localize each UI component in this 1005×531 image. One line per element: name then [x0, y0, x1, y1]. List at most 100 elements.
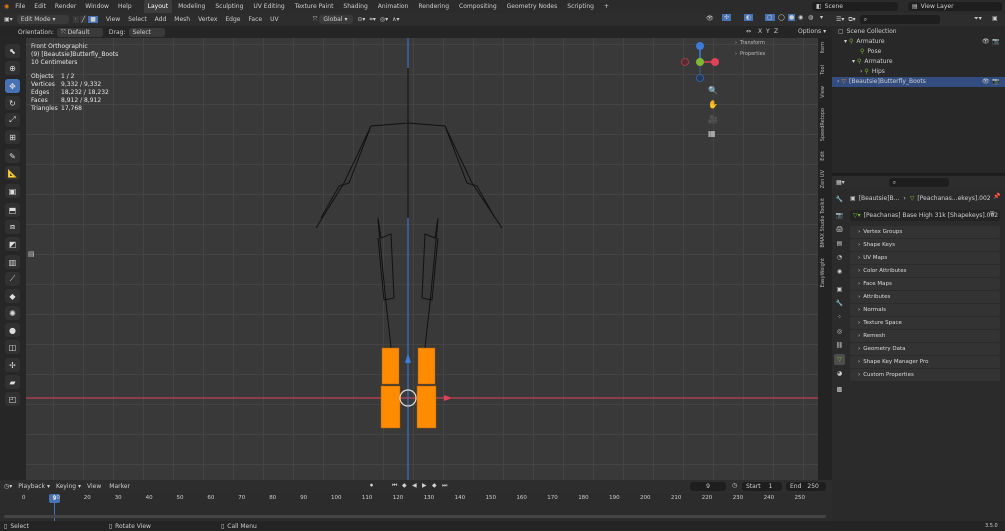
side-tab-zen-uv[interactable]: Zen UV — [820, 170, 826, 188]
editor-type-icon[interactable]: ▣▾ — [4, 16, 13, 23]
transform-orientation-dropdown[interactable]: Global ▾ — [319, 15, 354, 24]
record-icon[interactable]: ⏺ — [370, 482, 373, 490]
filter-icon[interactable]: ⏷▾ — [974, 15, 982, 23]
gizmo-z-arrow[interactable] — [405, 353, 411, 363]
constraints-props-tab-icon[interactable]: ⛓ — [834, 340, 845, 351]
view-layer-props-tab-icon[interactable]: ▤ — [834, 238, 845, 249]
outliner-editor-icon[interactable]: ☰▾ — [836, 16, 844, 23]
side-tab-easyweight[interactable]: EasyWeight — [820, 258, 826, 287]
scene-props-tab-icon[interactable]: ◔ — [834, 252, 845, 263]
snap-icon[interactable]: ⌗▾ — [369, 16, 375, 24]
outliner-item-butterfly-boots[interactable]: › ▽ [Beautsie]Butterfly_Boots — [832, 77, 1005, 87]
move-tool-icon[interactable]: ✥ — [5, 79, 20, 93]
zoom-icon[interactable]: 🔍 — [708, 86, 718, 95]
scale-tool-icon[interactable]: ⤢ — [5, 113, 20, 127]
object-props-tab-icon[interactable]: ▣ — [834, 284, 845, 295]
mode-dropdown[interactable]: Edit Mode ▾ — [16, 15, 69, 24]
menu-marker[interactable]: Marker — [109, 483, 130, 490]
render-props-tab-icon[interactable]: 📷 — [834, 210, 845, 221]
visibility-icon[interactable]: 👁 — [706, 15, 714, 22]
menu-timeline-view[interactable]: View — [87, 483, 101, 490]
texture-props-tab-icon[interactable]: ▩ — [834, 384, 845, 395]
outliner-item-pose[interactable]: ⚲ Pose — [860, 47, 881, 57]
drag-dropdown[interactable]: Select Box — [128, 27, 165, 45]
panel-normals[interactable]: › Normals — [850, 304, 1000, 316]
menu-keying[interactable]: Keying ▾ — [56, 483, 81, 490]
modifier-props-tab-icon[interactable]: 🔧 — [834, 298, 845, 309]
blender-logo-icon[interactable]: ◉ — [4, 3, 9, 10]
panel-attributes[interactable]: › Attributes — [850, 291, 1000, 303]
outliner-item-armature-object[interactable]: ▾ ⚲ Armature — [844, 37, 885, 47]
workspace-tab-modeling[interactable]: Modeling — [174, 0, 209, 13]
workspace-tab-layout[interactable]: Layout — [143, 0, 173, 13]
new-collection-icon[interactable]: ▣ — [992, 15, 998, 22]
menu-add[interactable]: Add — [155, 16, 167, 23]
panel-geometry-data[interactable]: › Geometry Data — [850, 343, 1000, 355]
start-frame-field[interactable]: Start 1 — [742, 482, 782, 491]
output-props-tab-icon[interactable]: 🖨 — [834, 224, 845, 235]
next-keyframe-icon[interactable]: ◆ — [432, 482, 437, 489]
side-tab-edit[interactable]: Edit — [820, 151, 826, 161]
workspace-tab-uv-editing[interactable]: UV Editing — [249, 0, 288, 13]
shear-tool-icon[interactable]: ▰ — [5, 375, 20, 389]
pin-icon[interactable]: 📌 — [993, 193, 1000, 200]
mesh-datablock-selector[interactable]: ▽▾ [Peachanas] Base High 31k [Shapekeys]… — [850, 210, 1000, 221]
armature-visibility-icon[interactable]: 👁 — [982, 38, 990, 45]
boots-render-icon[interactable]: 📷 — [992, 78, 999, 85]
side-tab-speedretopo[interactable]: SpeedRetopo — [820, 108, 826, 141]
play-icon[interactable]: ▶ — [422, 482, 427, 489]
mirror-z-toggle[interactable]: Z — [774, 28, 778, 35]
menu-help[interactable]: Help — [118, 3, 132, 10]
side-tab-view[interactable]: View — [820, 86, 826, 98]
current-frame-field[interactable]: 9 — [690, 482, 726, 491]
edge-select-icon[interactable]: ╱ — [79, 16, 88, 23]
measure-tool-icon[interactable]: 📐 — [5, 166, 20, 180]
workspace-tab-texture-paint[interactable]: Texture Paint — [291, 0, 338, 13]
panel-remesh[interactable]: › Remesh — [850, 330, 1000, 342]
properties-search-input[interactable]: ⌕ — [888, 178, 949, 187]
workspace-tab-geometry-nodes[interactable]: Geometry Nodes — [503, 0, 562, 13]
play-reverse-icon[interactable]: ◀ — [412, 482, 417, 489]
workspace-tab-shading[interactable]: Shading — [339, 0, 371, 13]
outliner-search-input[interactable]: ⌕ — [859, 15, 940, 24]
particles-props-tab-icon[interactable]: ⁘ — [834, 312, 845, 323]
pivot-icon[interactable]: ⊙▾ — [357, 16, 365, 23]
mirror-x-toggle[interactable]: X — [758, 28, 762, 35]
proportional-edit-icon[interactable]: ◎▾ — [380, 16, 388, 23]
jump-start-icon[interactable]: ⏮ — [392, 482, 397, 490]
tool-props-tab-icon[interactable]: 🔧 — [834, 194, 845, 205]
side-tab-tool[interactable]: Tool — [820, 65, 826, 75]
armature-render-icon[interactable]: 📷 — [992, 38, 999, 45]
rip-region-tool-icon[interactable]: ◰ — [5, 392, 20, 406]
overlay-toggle-icon[interactable]: ◐ — [744, 14, 754, 21]
transform-tool-icon[interactable]: ⊞ — [5, 130, 20, 144]
toolshelf-collapse-icon[interactable]: ▤ — [28, 250, 35, 258]
prev-keyframe-icon[interactable]: ◆ — [402, 482, 407, 489]
menu-edit[interactable]: Edit — [34, 3, 46, 10]
shading-material-icon[interactable]: ◉ — [798, 14, 803, 21]
ortho-toggle-icon[interactable]: ▦ — [708, 129, 716, 138]
outliner-scene-collection[interactable]: ▢ Scene Collection — [838, 27, 897, 37]
side-tab-bmax[interactable]: BMAX Studio Toolkit — [820, 198, 826, 248]
outliner-filter-mode-icon[interactable]: ⧉▾ — [848, 16, 855, 24]
edge-slide-tool-icon[interactable]: ◫ — [5, 340, 20, 354]
vertex-select-icon[interactable]: ⋅ — [72, 16, 79, 23]
transform-panel-header[interactable]: › Transform — [731, 38, 818, 49]
extrude-tool-icon[interactable]: ⬒ — [5, 203, 20, 217]
end-frame-field[interactable]: End 250 — [786, 482, 826, 491]
scene-selector[interactable]: ◧ Scene — [812, 2, 898, 11]
properties-panel-header[interactable]: › Properties — [731, 49, 818, 60]
jump-end-icon[interactable]: ⏭ — [442, 482, 447, 490]
boots-visibility-icon[interactable]: 👁 — [982, 78, 990, 85]
menu-view[interactable]: View — [106, 16, 120, 23]
menu-uv[interactable]: UV — [270, 16, 279, 23]
timeline-editor-icon[interactable]: ◷▾ — [4, 483, 12, 490]
tweak-tool-icon[interactable]: ⬉ — [5, 44, 20, 58]
shading-options-icon[interactable]: ▾ — [820, 14, 823, 21]
mirror-icon[interactable]: ⇔ — [746, 28, 751, 35]
workspace-tab-compositing[interactable]: Compositing — [455, 0, 501, 13]
menu-mesh[interactable]: Mesh — [174, 16, 190, 23]
menu-file[interactable]: File — [15, 3, 25, 10]
smooth-tool-icon[interactable]: ● — [5, 323, 20, 337]
workspace-tab-sculpting[interactable]: Sculpting — [211, 0, 247, 13]
